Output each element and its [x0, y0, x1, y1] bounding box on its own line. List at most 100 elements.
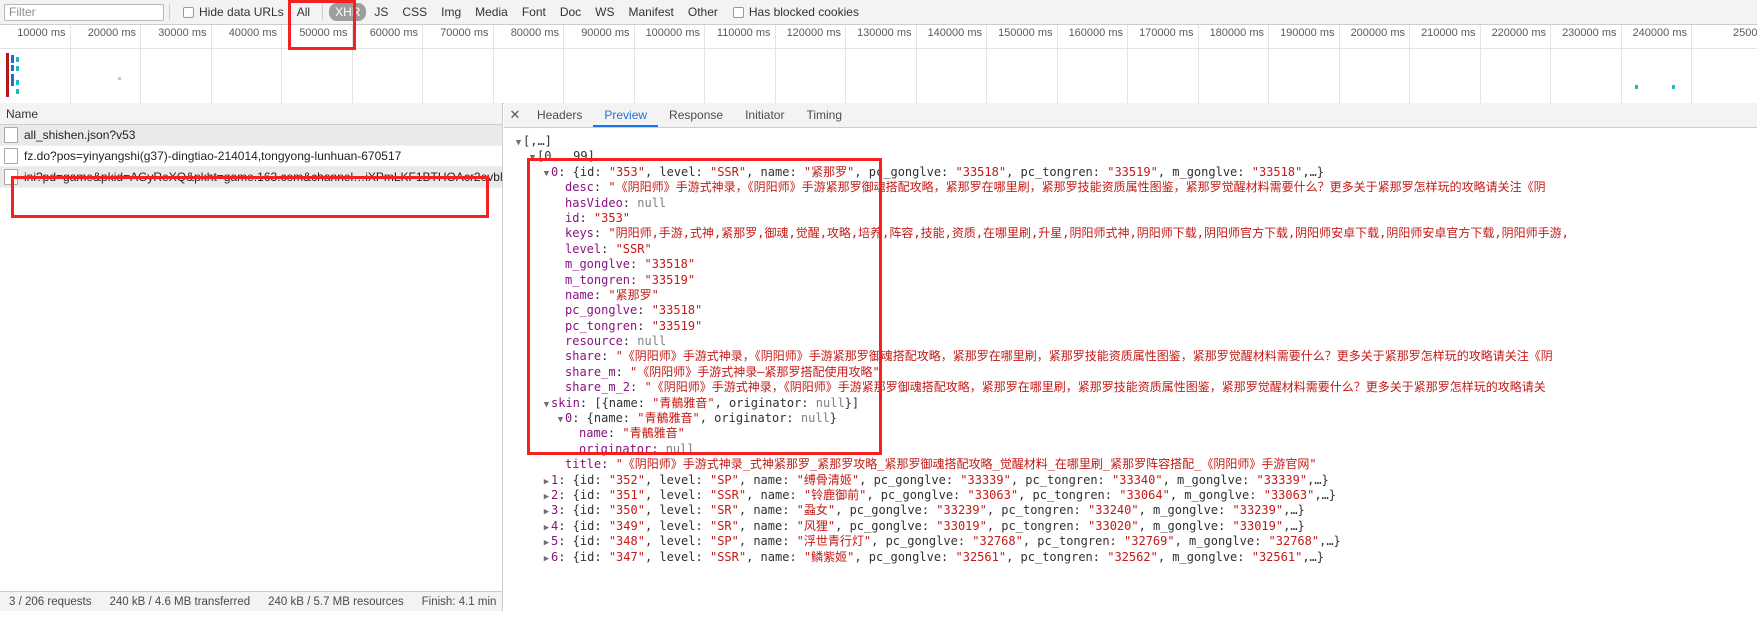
filter-type-all[interactable]: All — [291, 3, 316, 21]
disclosure-triangle-closed-icon[interactable]: ▶ — [542, 536, 551, 549]
filter-type-xhr[interactable]: XHR — [329, 3, 367, 21]
json-tree-line[interactable]: name: "紧那罗" — [514, 288, 1757, 303]
tab-timing[interactable]: Timing — [795, 103, 853, 127]
filter-type-img[interactable]: Img — [435, 3, 467, 21]
close-icon[interactable]: ✕ — [504, 107, 526, 123]
json-tree-line[interactable]: id: "353" — [514, 211, 1757, 226]
hide-data-urls-checkbox[interactable]: Hide data URLs — [183, 5, 284, 19]
json-token: pc_gonglve — [565, 303, 638, 318]
json-token: m_tongren — [565, 272, 631, 287]
json-tree-line[interactable]: ▶ 1: {id: "352", level: "SP", name: "缚骨清姬… — [514, 473, 1757, 488]
filter-type-doc[interactable]: Doc — [554, 3, 587, 21]
column-header-name[interactable]: Name — [0, 103, 502, 125]
json-tree-line[interactable]: originator: null — [514, 442, 1757, 457]
json-token: "紧那罗" — [608, 287, 659, 302]
json-token: , pc_tongren: — [1022, 534, 1125, 549]
disclosure-triangle-closed-icon[interactable]: ▶ — [542, 475, 551, 488]
filter-type-manifest[interactable]: Manifest — [623, 3, 680, 21]
json-token: : — [593, 226, 609, 241]
disclosure-triangle-open-icon[interactable]: ▼ — [556, 413, 565, 426]
request-row-3[interactable]: ini?pd=game&pkid=AGyReXQ&pkht=game.163.c… — [0, 167, 502, 188]
json-tree-line[interactable]: share_m_2: "《阴阳师》手游式神录，《阴阳师》手游紧那罗御魂搭配攻略，… — [514, 380, 1757, 395]
checkbox-icon[interactable] — [183, 6, 194, 18]
tab-headers[interactable]: Headers — [526, 103, 593, 127]
json-token: : {id: — [558, 472, 609, 487]
json-tree-line[interactable]: ▶ 2: {id: "351", level: "SSR", name: "铃鹿御… — [514, 488, 1757, 503]
json-token: , m_gonglve: — [1174, 534, 1269, 549]
json-tree-line[interactable]: ▼ 0: {name: "青鶺雅音", originator: null} — [514, 411, 1757, 426]
request-row-1[interactable]: all_shishen.json?v53 — [0, 125, 502, 146]
timeline-tick: 180000 ms — [1199, 25, 1269, 103]
json-tree-line[interactable]: ▼ [0 … 99] — [514, 149, 1757, 164]
json-tree-line[interactable]: ▼ 0: {id: "353", level: "SSR", name: "紧那罗… — [514, 165, 1757, 180]
json-token: "SR" — [709, 503, 739, 518]
filter-type-media[interactable]: Media — [469, 3, 514, 21]
json-tree-line[interactable]: title: "《阴阳师》手游式神录_式神紧那罗_紧那罗攻略_紧那罗御魂搭配攻略… — [514, 457, 1757, 472]
json-tree-line[interactable]: m_gonglve: "33518" — [514, 257, 1757, 272]
json-tree-line[interactable]: keys: "阴阳师,手游,式神,紧那罗,御魂,觉醒,攻略,培养,阵容,技能,资… — [514, 226, 1757, 241]
has-blocked-cookies-checkbox[interactable]: Has blocked cookies — [732, 5, 859, 19]
json-tree-line[interactable]: pc_tongren: "33519" — [514, 319, 1757, 334]
json-token: "风狸" — [796, 518, 836, 533]
json-token: "33063" — [1263, 487, 1315, 502]
json-token: "浮世青行灯" — [796, 534, 872, 549]
json-token: : — [622, 334, 638, 349]
json-token: "《阴阳师》手游式神录，《阴阳师》手游紧那罗御魂搭配攻略，紧那罗在哪里刷，紧那罗… — [615, 349, 1553, 364]
disclosure-triangle-open-icon[interactable]: ▼ — [514, 136, 523, 149]
json-tree-line[interactable]: ▶ 5: {id: "348", level: "SP", name: "浮世青行… — [514, 534, 1757, 549]
json-tree-line[interactable]: ▶ 3: {id: "350", level: "SR", name: "蝨女",… — [514, 503, 1757, 518]
timeline-tick: 160000 ms — [1058, 25, 1128, 103]
network-overview-timeline[interactable]: 10000 ms 20000 ms 30000 ms 40000 ms 50000 ms… — [0, 25, 1757, 104]
json-tree-line[interactable]: name: "青鶺雅音" — [514, 426, 1757, 441]
tab-initiator[interactable]: Initiator — [734, 103, 795, 127]
json-preview-tree[interactable]: ▼ [,…] ▼ [0 … 99] ▼ 0: {id: "353", level: "SS… — [504, 128, 1757, 611]
json-token: , m_gonglve: — [1138, 503, 1233, 518]
json-tree-line[interactable]: ▶ 4: {id: "349", level: "SR", name: "风狸",… — [514, 519, 1757, 534]
filter-type-ws[interactable]: WS — [589, 3, 620, 21]
json-tree-line[interactable]: resource: null — [514, 334, 1757, 349]
filter-type-font[interactable]: Font — [516, 3, 552, 21]
json-tree-line[interactable]: share_m: "《阴阳师》手游式神录—紧那罗搭配使用攻略" — [514, 365, 1757, 380]
filter-type-other[interactable]: Other — [682, 3, 724, 21]
timeline-tick: 240000 ms — [1622, 25, 1692, 103]
disclosure-triangle-open-icon[interactable]: ▼ — [528, 151, 537, 164]
json-token: : {id: — [558, 503, 609, 518]
json-token: "33519" — [1107, 164, 1158, 179]
json-token: : — [601, 241, 616, 256]
json-tree-line[interactable]: share: "《阴阳师》手游式神录，《阴阳师》手游紧那罗御魂搭配攻略，紧那罗在… — [514, 349, 1757, 364]
json-tree-line[interactable]: pc_gonglve: "33518" — [514, 303, 1757, 318]
json-tree-line[interactable]: desc: "《阴阳师》手游式神录，《阴阳师》手游紧那罗御魂搭配攻略，紧那罗在哪… — [514, 180, 1757, 195]
tab-response[interactable]: Response — [658, 103, 734, 127]
checkbox-icon[interactable] — [732, 6, 744, 18]
timeline-tick-label: 30000 ms — [158, 27, 207, 39]
json-token: : — [630, 380, 645, 395]
disclosure-triangle-open-icon[interactable]: ▼ — [542, 167, 551, 180]
disclosure-triangle-closed-icon[interactable]: ▶ — [542, 521, 551, 534]
json-tree-line[interactable]: hasVideo: null — [514, 196, 1757, 211]
json-token: "33239" — [1232, 503, 1284, 518]
disclosure-triangle-closed-icon[interactable]: ▶ — [542, 552, 551, 565]
filter-input[interactable] — [4, 3, 164, 21]
json-token: , name: — [738, 534, 797, 549]
json-tree-line[interactable]: ▼ skin: [{name: "青鶺雅音", originator: null}… — [514, 396, 1757, 411]
tab-preview[interactable]: Preview — [593, 103, 659, 127]
json-token: "33240" — [1088, 503, 1139, 518]
disclosure-triangle-open-icon[interactable]: ▼ — [542, 398, 551, 411]
document-icon — [4, 127, 18, 143]
document-icon — [4, 148, 18, 164]
json-token: "阴阳师,手游,式神,紧那罗,御魂,觉醒,攻略,培养,阵容,技能,资质,在哪里刷… — [608, 226, 1569, 241]
json-token: "蝨女" — [796, 503, 836, 518]
json-tree-line[interactable]: ▶ 6: {id: "347", level: "SSR", name: "鳞紫姬… — [514, 550, 1757, 565]
json-token: , level: — [644, 487, 710, 502]
disclosure-triangle-closed-icon[interactable]: ▶ — [542, 505, 551, 518]
json-tree-line[interactable]: level: "SSR" — [514, 242, 1757, 257]
filter-type-js[interactable]: JS — [368, 3, 394, 21]
json-tree-line[interactable]: m_tongren: "33519" — [514, 273, 1757, 288]
json-tree-line[interactable]: ▼ [,…] — [514, 134, 1757, 149]
filter-type-css[interactable]: CSS — [396, 3, 433, 21]
request-row-2[interactable]: fz.do?pos=yinyangshi(g37)-dingtiao-21401… — [0, 146, 502, 167]
disclosure-triangle-closed-icon[interactable]: ▶ — [542, 490, 551, 503]
json-token: desc — [565, 180, 594, 195]
